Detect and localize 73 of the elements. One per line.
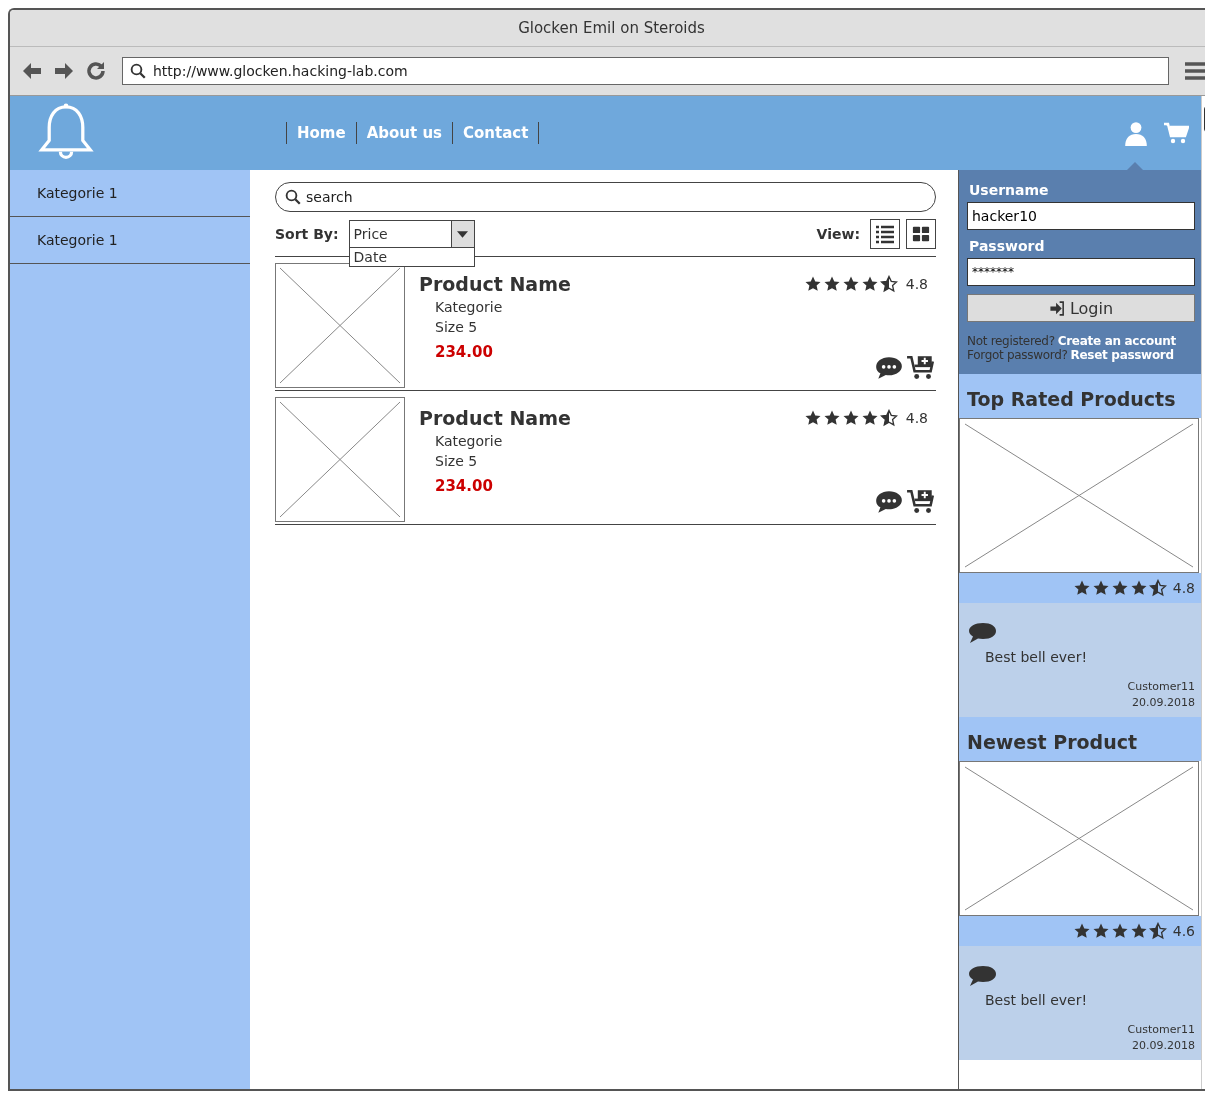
star-icon [1148,922,1167,940]
product-price: 234.00 [435,477,494,495]
sort-label: Sort By: [275,226,339,242]
star-icon [841,275,860,293]
review-date: 20.09.2018 [1132,1039,1195,1052]
star-icon [879,275,898,293]
grid-icon [912,225,930,243]
speech-bubble-icon [967,964,997,988]
product-category: Kategorie [435,433,504,449]
search-icon [129,62,147,80]
star-icon [1110,579,1129,597]
username-label: Username [969,182,1050,198]
star-icon [1091,579,1110,597]
section-heading: Newest Product [959,717,1201,761]
rating-value: 4.8 [905,410,928,426]
star-icon [822,409,841,427]
reload-icon[interactable] [84,59,108,83]
star-icon [879,409,898,427]
create-account-link[interactable]: Create an account [1057,334,1176,348]
section-heading: Top Rated Products [959,374,1201,418]
search-icon [284,188,302,206]
product-name[interactable]: Product Name [419,407,571,429]
username-field[interactable]: hacker10 [967,202,1195,230]
review-text: Best bell ever! [985,992,1089,1008]
star-icon [860,275,879,293]
grid-view-button[interactable] [906,219,936,249]
star-icon [1091,922,1110,940]
review-author: Customer11 [1127,680,1195,693]
dropdown-option[interactable]: Date [349,248,474,266]
password-field[interactable]: ******* [967,258,1195,286]
star-icon [1129,922,1148,940]
star-icon [1072,579,1091,597]
comment-icon[interactable] [874,489,904,515]
forgot-password-prompt: Forgot password? [967,348,1068,362]
review-text: Best bell ever! [985,649,1089,665]
star-icon [1110,922,1129,940]
review-author: Customer11 [1127,1023,1195,1036]
star-icon [1129,579,1148,597]
star-icon [803,409,822,427]
rating-value: 4.6 [1172,923,1195,939]
list-icon [875,224,895,244]
star-icon [860,409,879,427]
review-date: 20.09.2018 [1132,696,1195,709]
caret-icon [457,230,469,238]
product-category: Kategorie [435,299,504,315]
search-field[interactable]: search [275,182,936,212]
add-to-cart-icon[interactable] [906,489,936,515]
comment-icon[interactable] [874,355,904,381]
view-label: View: [816,226,860,242]
menu-icon[interactable] [1183,59,1205,83]
list-view-button[interactable] [870,219,900,249]
password-label: Password [969,238,1046,254]
sign-in-icon [1048,299,1066,317]
register-prompt: Not registered? [967,334,1055,348]
star-icon [803,275,822,293]
speech-bubble-icon [967,621,997,645]
product-name[interactable]: Product Name [419,273,571,295]
reset-password-link[interactable]: Reset password [1070,348,1174,362]
star-icon [1148,579,1167,597]
star-icon [822,275,841,293]
add-to-cart-icon[interactable] [906,355,936,381]
star-icon [1072,922,1091,940]
star-icon [841,409,860,427]
window-title: Glocken Emil on Steroids [518,19,705,37]
product-size: Size 5 [435,453,479,469]
rating-value: 4.8 [905,276,928,292]
product-size: Size 5 [435,319,479,335]
sidebar-item[interactable]: Kategorie 1 [10,170,250,217]
address-field[interactable]: http://www.glocken.hacking-lab.com [122,57,1169,85]
login-button[interactable]: Login [967,294,1195,322]
product-price: 234.00 [435,343,494,361]
sidebar-item[interactable]: Kategorie 1 [10,217,250,264]
rating-value: 4.8 [1172,580,1195,596]
